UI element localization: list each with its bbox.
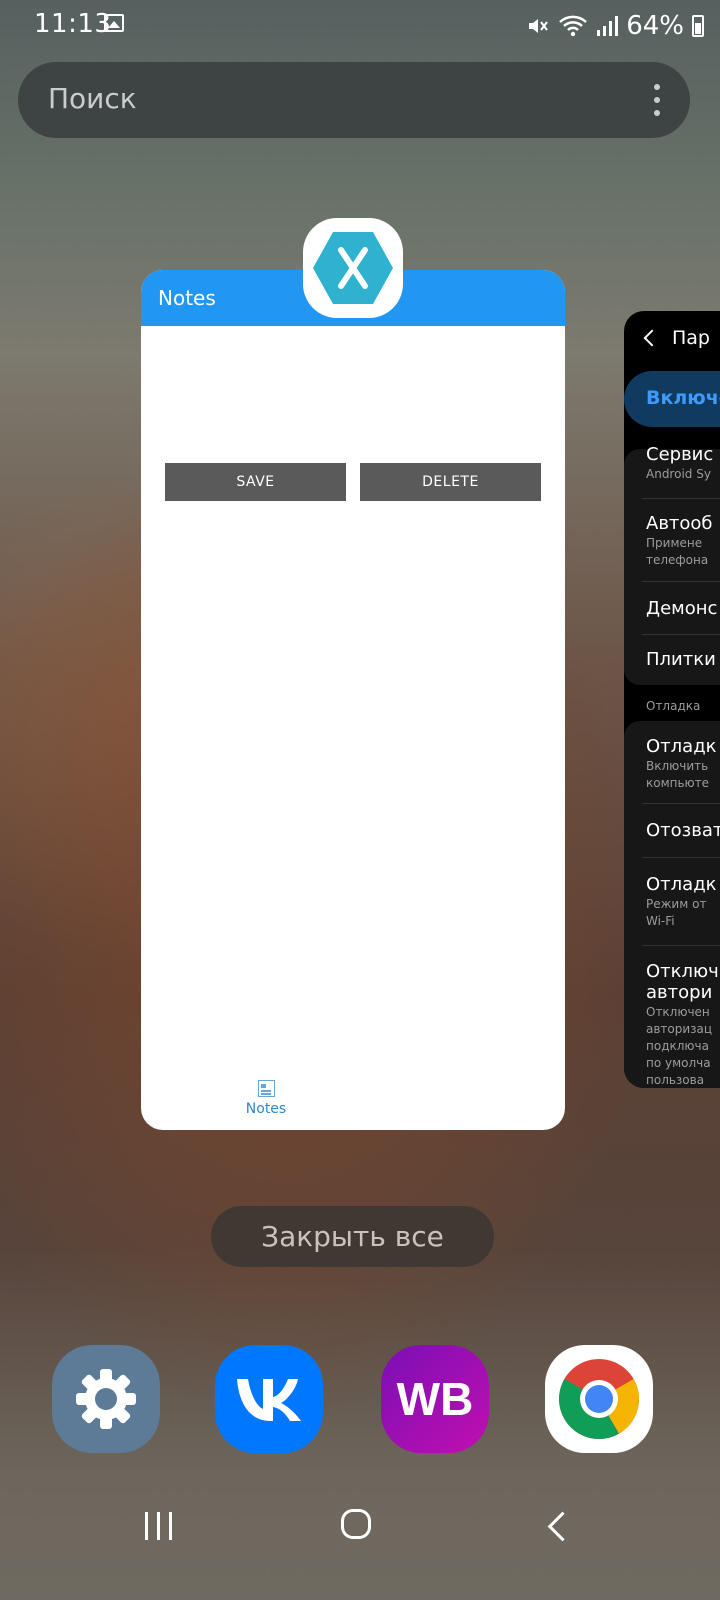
battery-icon (692, 15, 704, 37)
back-chevron-icon (643, 329, 661, 347)
mute-icon (529, 19, 549, 33)
divider (642, 634, 720, 635)
side-item: Отладк Режим от Wi-Fi (646, 874, 717, 928)
svg-text:WB: WB (397, 1373, 474, 1425)
toggle-label: Включе (646, 387, 720, 409)
status-time: 11:13 (34, 9, 112, 39)
side-item: Автооб Примене телефона (646, 513, 713, 567)
tab-notes-label: Notes (245, 1101, 287, 1117)
side-header-title: Пар (672, 327, 710, 349)
divider (642, 803, 720, 804)
wildberries-icon[interactable]: WB (381, 1345, 489, 1453)
side-item: Отозват (646, 820, 720, 841)
save-button[interactable]: SAVE (165, 463, 346, 501)
more-options-icon[interactable] (654, 84, 660, 116)
delete-button[interactable]: DELETE (360, 463, 541, 501)
divider (642, 581, 720, 582)
divider (642, 857, 720, 858)
vk-icon[interactable] (215, 1345, 323, 1453)
gallery-notification-icon (104, 14, 124, 32)
chrome-icon[interactable] (545, 1345, 653, 1453)
xamarin-app-icon[interactable] (303, 218, 403, 318)
divider (642, 498, 720, 499)
side-header: Пар (643, 327, 710, 349)
side-item: Отключ автори Отключен авторизац подключ… (646, 961, 719, 1087)
home-button[interactable] (341, 1509, 371, 1539)
divider (642, 945, 720, 946)
signal-icon (597, 16, 619, 36)
recents-button[interactable] (145, 1512, 173, 1540)
side-item: Демонс (646, 598, 718, 619)
section-header: Отладка (646, 699, 701, 713)
close-all-button[interactable]: Закрыть все (211, 1206, 494, 1267)
settings-app-card[interactable]: Пар Включе Сервис Android Sy Автооб Прим… (624, 311, 720, 1088)
wifi-icon (559, 15, 588, 37)
battery-percentage: 64% (626, 11, 684, 41)
notes-app-card[interactable]: Notes SAVE DELETE Notes (141, 270, 565, 1130)
notes-icon (257, 1080, 275, 1097)
back-button[interactable] (547, 1511, 578, 1542)
side-item: Сервис Android Sy (646, 444, 714, 481)
developer-toggle: Включе (624, 371, 720, 427)
side-item: Отладк Включить компьюте (646, 736, 717, 790)
search-bar[interactable]: Поиск (18, 62, 690, 138)
status-icons: 64% (526, 8, 704, 44)
status-bar: 11:13 64% (0, 0, 720, 52)
settings-icon[interactable] (52, 1345, 160, 1453)
search-placeholder: Поиск (48, 82, 137, 115)
side-item: Плитки (646, 649, 716, 670)
app-title: Notes (158, 286, 216, 310)
tab-notes[interactable]: Notes (231, 1078, 301, 1124)
